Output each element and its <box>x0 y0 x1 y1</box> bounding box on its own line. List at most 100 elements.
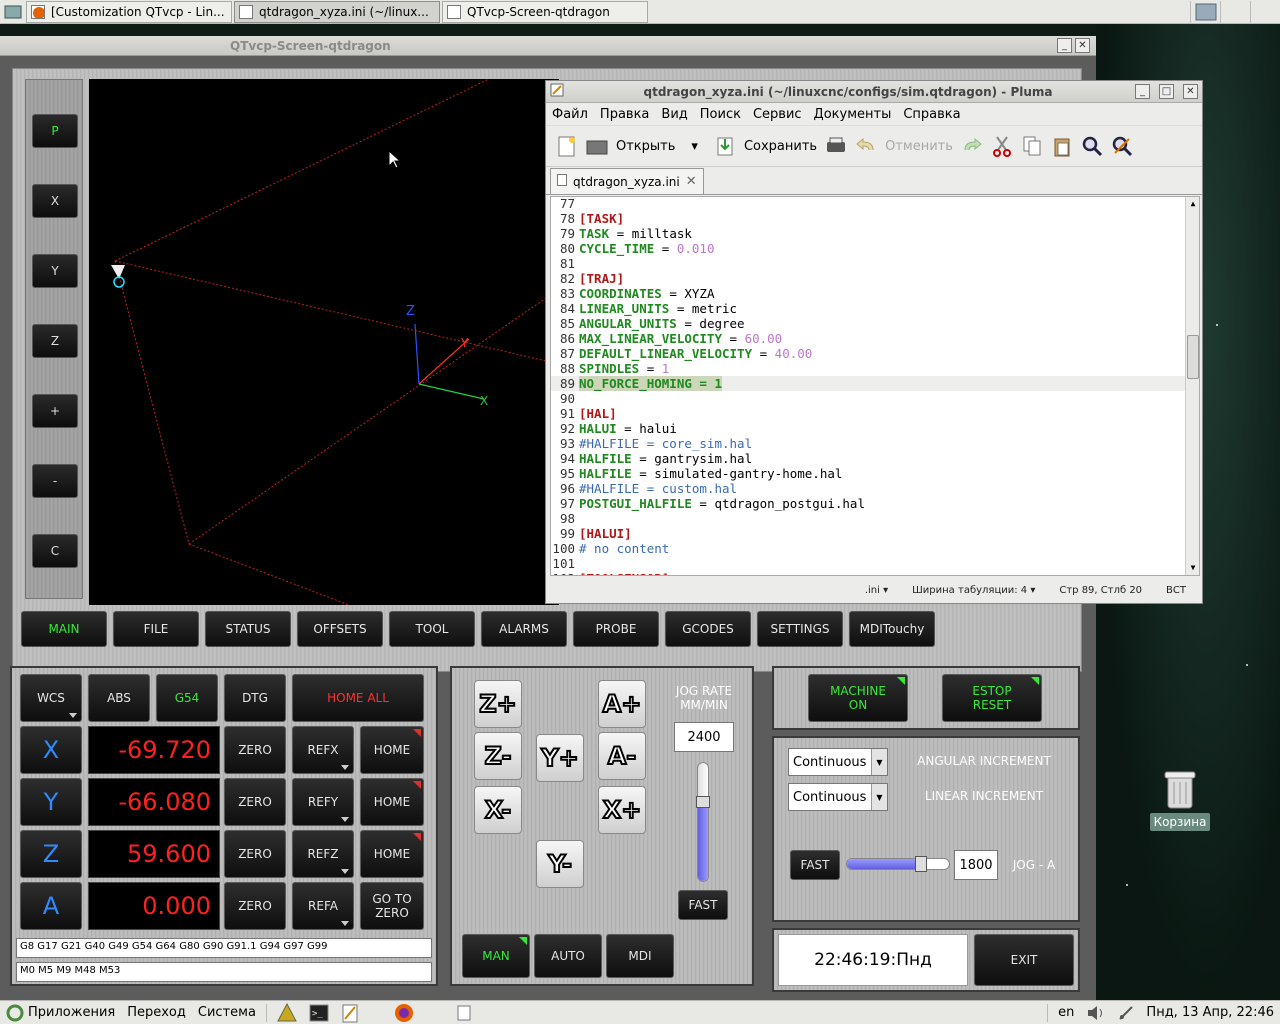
editor-line[interactable]: 83 COORDINATES = XYZA <box>551 286 1187 301</box>
keyboard-layout-indicator[interactable]: en <box>1052 1001 1080 1024</box>
editor-line[interactable]: 101 <box>551 556 1187 571</box>
editor-line[interactable]: 80 CYCLE_TIME = 0.010 <box>551 241 1187 256</box>
home-z-button[interactable]: HOME <box>360 830 424 878</box>
paste-icon[interactable] <box>1051 135 1073 157</box>
tab-alarms[interactable]: ALARMS <box>481 611 567 647</box>
show-desktop-icon[interactable] <box>0 1 26 23</box>
editor-line[interactable]: 77 <box>551 197 1187 211</box>
exit-button[interactable]: EXIT <box>974 934 1074 986</box>
search-icon[interactable] <box>1081 135 1103 157</box>
editor-line[interactable]: 87 DEFAULT_LINEAR_VELOCITY = 40.00 <box>551 346 1187 361</box>
tab-status[interactable]: STATUS <box>205 611 291 647</box>
jog-z-minus-button[interactable]: Z- <box>474 732 522 780</box>
ref-y-button[interactable]: REFY <box>292 778 354 826</box>
workspace-switcher-3[interactable] <box>1250 0 1280 23</box>
menu-help[interactable]: Справка <box>903 107 960 122</box>
zero-a-button[interactable]: ZERO <box>224 882 286 930</box>
editor-line[interactable]: 98 <box>551 511 1187 526</box>
show-desktop-icon[interactable] <box>451 1001 477 1024</box>
trash-label[interactable]: Корзина <box>1150 813 1210 831</box>
zoom-in-button[interactable]: + <box>32 394 78 428</box>
tab-gcodes[interactable]: GCODES <box>665 611 751 647</box>
view-p-button[interactable]: P <box>32 114 78 148</box>
jog-a-minus-button[interactable]: A- <box>598 732 646 780</box>
editor-line[interactable]: 96 #HALFILE = custom.hal <box>551 481 1187 496</box>
jog-fast-button[interactable]: FAST <box>678 890 728 920</box>
save-button[interactable]: Сохранить <box>744 139 817 154</box>
tab-settings[interactable]: SETTINGS <box>757 611 843 647</box>
editor-line[interactable]: 86 MAX_LINEAR_VELOCITY = 60.00 <box>551 331 1187 346</box>
taskbar-item-qtvcp[interactable]: QTvcp-Screen-qtdragon <box>442 0 648 23</box>
trash-icon[interactable] <box>1162 768 1198 810</box>
editor-line[interactable]: 81 <box>551 256 1187 271</box>
wcs-button[interactable]: WCS <box>20 674 82 722</box>
print-icon[interactable] <box>825 135 847 157</box>
view-z-button[interactable]: Z <box>32 324 78 358</box>
jog-a-slider-handle[interactable] <box>914 856 927 872</box>
ref-x-button[interactable]: REFX <box>292 726 354 774</box>
home-x-button[interactable]: HOME <box>360 726 424 774</box>
editor-line[interactable]: 92 HALUI = halui <box>551 421 1187 436</box>
minimize-icon[interactable]: _ <box>1057 38 1072 53</box>
editor-line[interactable]: 94 HALFILE = gantrysim.hal <box>551 451 1187 466</box>
close-icon[interactable]: ✕ <box>1183 84 1198 99</box>
clear-button[interactable]: C <box>32 534 78 568</box>
editor-line[interactable]: 100 # no content <box>551 541 1187 556</box>
redo-icon[interactable] <box>961 135 983 157</box>
go-to-zero-a-button[interactable]: GO TO ZERO <box>360 882 424 930</box>
tab-probe[interactable]: PROBE <box>573 611 659 647</box>
editor-line[interactable]: 102[TOOLSENSOR] <box>551 571 1187 575</box>
firefox-launcher-icon[interactable] <box>387 1001 421 1024</box>
open-button[interactable]: Открыть <box>616 139 675 154</box>
minimize-icon[interactable]: _ <box>1135 84 1150 99</box>
ref-z-button[interactable]: REFZ <box>292 830 354 878</box>
jog-rate-input[interactable]: 2400 <box>674 722 734 752</box>
estop-reset-button[interactable]: ESTOP RESET <box>942 674 1042 722</box>
language-selector[interactable]: .ini ▾ <box>865 585 888 596</box>
workspace-switcher-2[interactable] <box>1220 0 1250 23</box>
workspace-switcher-1[interactable] <box>1190 0 1220 23</box>
menu-places[interactable]: Переход <box>121 1001 192 1024</box>
cut-icon[interactable] <box>991 135 1013 157</box>
menu-tools[interactable]: Сервис <box>753 107 802 122</box>
undo-button[interactable]: Отменить <box>885 139 953 154</box>
zero-x-button[interactable]: ZERO <box>224 726 286 774</box>
menu-view[interactable]: Вид <box>661 107 687 122</box>
text-editor[interactable]: 77 78 [TASK] 79 TASK = milltask 80 CYCLE_TIME … <box>550 196 1200 576</box>
chevron-down-icon[interactable]: ▾ <box>691 139 698 154</box>
abs-button[interactable]: ABS <box>88 674 150 722</box>
tab-width-selector[interactable]: Ширина табуляции: 4 ▾ <box>912 585 1035 596</box>
menu-documents[interactable]: Документы <box>814 107 892 122</box>
search-replace-icon[interactable] <box>1111 135 1133 157</box>
jog-rate-slider[interactable] <box>697 762 709 882</box>
terminal-launcher-icon[interactable]: >_ <box>303 1001 335 1024</box>
view-x-button[interactable]: X <box>32 184 78 218</box>
mode-auto-button[interactable]: AUTO <box>534 934 602 978</box>
dtg-button[interactable]: DTG <box>224 674 286 722</box>
editor-line[interactable]: 82 [TRAJ] <box>551 271 1187 286</box>
editor-line[interactable]: 89 NO_FORCE_HOMING = 1 <box>551 376 1187 391</box>
zero-y-button[interactable]: ZERO <box>224 778 286 826</box>
tab-main[interactable]: MAIN <box>21 611 107 647</box>
maximize-icon[interactable]: □ <box>1159 84 1174 99</box>
taskbar-item-browser[interactable]: [Customization QTvcp - Lin... <box>26 0 232 23</box>
jog-x-plus-button[interactable]: X+ <box>598 786 646 834</box>
scrollbar-thumb[interactable] <box>1187 335 1199 379</box>
volume-icon[interactable] <box>1080 1001 1112 1024</box>
jog-y-minus-button[interactable]: Y- <box>536 840 584 888</box>
editor-line[interactable]: 99 [HALUI] <box>551 526 1187 541</box>
editor-line[interactable]: 85 ANGULAR_UNITS = degree <box>551 316 1187 331</box>
document-tab[interactable]: qtdragon_xyza.ini ✕ <box>550 168 704 194</box>
editor-line[interactable]: 84 LINEAR_UNITS = metric <box>551 301 1187 316</box>
editor-line[interactable]: 79 TASK = milltask <box>551 226 1187 241</box>
editor-line[interactable]: 97 POSTGUI_HALFILE = qtdragon_postgui.hal <box>551 496 1187 511</box>
close-tab-icon[interactable]: ✕ <box>686 174 697 189</box>
copy-icon[interactable] <box>1021 135 1043 157</box>
undo-icon[interactable] <box>855 135 877 157</box>
editor-line[interactable]: 91 [HAL] <box>551 406 1187 421</box>
linear-increment-select[interactable]: Continuous ▼ <box>788 783 888 811</box>
jog-a-fast-button[interactable]: FAST <box>790 850 840 880</box>
text-editor-launcher-icon[interactable] <box>335 1001 365 1024</box>
tab-file[interactable]: FILE <box>113 611 199 647</box>
open-icon[interactable] <box>586 135 608 157</box>
